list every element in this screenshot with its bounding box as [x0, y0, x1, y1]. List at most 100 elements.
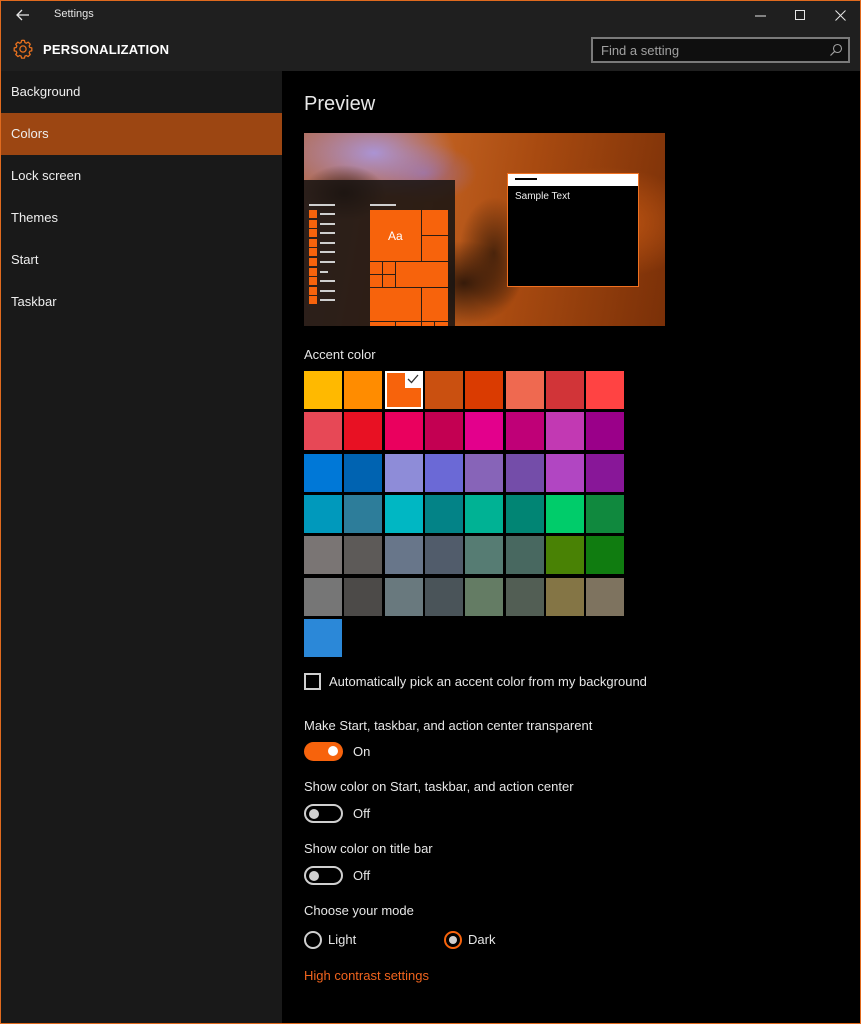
sidebar-item-lock-screen[interactable]: Lock screen	[1, 155, 282, 197]
accent-swatch[interactable]	[384, 412, 423, 451]
accent-swatch[interactable]	[344, 371, 383, 409]
accent-swatch[interactable]	[304, 618, 342, 657]
maximize-button[interactable]	[780, 1, 820, 29]
preview-tile	[435, 322, 448, 326]
preview-tile	[422, 288, 448, 321]
accent-swatch[interactable]	[384, 494, 423, 533]
accent-swatch[interactable]	[424, 577, 463, 616]
accent-swatch[interactable]	[586, 412, 625, 451]
accent-swatch[interactable]	[505, 536, 544, 575]
accent-swatch[interactable]	[384, 536, 423, 575]
back-button[interactable]	[9, 1, 37, 29]
color-on-titlebar-label: Show color on title bar	[304, 841, 433, 856]
sidebar-item-themes[interactable]: Themes	[1, 197, 282, 239]
color-on-start-label: Show color on Start, taskbar, and action…	[304, 779, 574, 794]
accent-swatch[interactable]	[304, 412, 342, 451]
accent-swatch[interactable]	[344, 453, 383, 492]
accent-swatch[interactable]	[424, 536, 463, 575]
preview-app-line	[320, 222, 335, 225]
preview-tile	[383, 275, 395, 287]
preview-app-line	[320, 261, 335, 263]
accent-swatch[interactable]	[424, 494, 463, 533]
preview-app-line	[320, 213, 335, 215]
accent-swatch[interactable]	[545, 371, 584, 409]
search-input[interactable]: Find a setting	[591, 37, 850, 63]
sidebar-item-background[interactable]: Background	[1, 71, 282, 113]
accent-swatch[interactable]	[545, 494, 584, 533]
accent-swatch[interactable]	[505, 453, 544, 492]
accent-swatch[interactable]	[424, 453, 463, 492]
back-arrow-icon	[16, 9, 29, 21]
accent-swatch[interactable]	[545, 412, 584, 451]
accent-swatch[interactable]	[465, 371, 504, 409]
minimize-icon	[754, 15, 766, 16]
preview-tile	[370, 275, 382, 287]
accent-swatch[interactable]	[465, 577, 504, 616]
accent-swatch[interactable]	[505, 412, 544, 451]
app-title: Settings	[54, 8, 94, 20]
accent-swatch[interactable]	[545, 577, 584, 616]
accent-swatch[interactable]	[384, 577, 423, 616]
accent-swatch[interactable]	[465, 536, 504, 575]
preview-menu-header-line	[309, 204, 335, 206]
accent-swatch[interactable]	[465, 412, 504, 451]
sidebar-item-label: Themes	[11, 210, 58, 225]
auto-pick-accent-checkbox[interactable]	[304, 673, 321, 690]
color-on-titlebar-toggle[interactable]	[304, 866, 343, 885]
color-on-start-toggle[interactable]	[304, 804, 343, 823]
preview-tile	[422, 236, 448, 261]
accent-swatch[interactable]	[384, 371, 423, 409]
accent-swatch[interactable]	[344, 577, 383, 616]
preview-app-line	[320, 251, 335, 254]
accent-swatch[interactable]	[304, 536, 342, 575]
preview-tile	[370, 288, 421, 321]
dark-mode-radio[interactable]	[444, 931, 462, 949]
preview-app-line	[320, 289, 335, 292]
close-button[interactable]	[820, 1, 860, 29]
sidebar-item-taskbar[interactable]: Taskbar	[1, 281, 282, 323]
sidebar-item-colors[interactable]: Colors	[1, 113, 282, 155]
preview-app-line	[320, 280, 335, 283]
sidebar-item-start[interactable]: Start	[1, 239, 282, 281]
preview-tile: Aa	[370, 210, 421, 261]
accent-swatch[interactable]	[304, 577, 342, 616]
preview-tile	[422, 322, 434, 326]
high-contrast-settings-link[interactable]: High contrast settings	[304, 968, 429, 983]
transparency-toggle[interactable]	[304, 742, 343, 761]
preview-app-icon	[309, 219, 317, 228]
accent-swatch[interactable]	[505, 577, 544, 616]
accent-swatch[interactable]	[465, 453, 504, 492]
accent-swatch[interactable]	[384, 453, 423, 492]
accent-swatch[interactable]	[505, 494, 544, 533]
accent-swatch[interactable]	[586, 536, 625, 575]
accent-swatch[interactable]	[586, 494, 625, 533]
search-placeholder: Find a setting	[601, 43, 680, 58]
accent-swatch[interactable]	[304, 371, 342, 409]
accent-swatch[interactable]	[545, 453, 584, 492]
accent-swatch[interactable]	[344, 536, 383, 575]
page-header: PERSONALIZATION Find a setting	[1, 29, 860, 71]
theme-preview: Aa Sample Text	[304, 133, 665, 326]
accent-swatch[interactable]	[344, 494, 383, 533]
minimize-button[interactable]	[740, 1, 780, 29]
accent-swatch[interactable]	[424, 412, 463, 451]
accent-swatch[interactable]	[304, 494, 342, 533]
light-mode-radio[interactable]	[304, 931, 322, 949]
accent-swatch[interactable]	[304, 453, 342, 492]
accent-swatch[interactable]	[586, 577, 625, 616]
accent-swatch[interactable]	[424, 371, 463, 409]
preview-heading: Preview	[304, 93, 376, 115]
search-icon[interactable]	[829, 43, 843, 57]
light-mode-label[interactable]: Light	[328, 932, 356, 947]
accent-swatch[interactable]	[586, 371, 625, 409]
accent-swatch[interactable]	[465, 494, 504, 533]
accent-swatch[interactable]	[545, 536, 584, 575]
accent-swatch[interactable]	[586, 453, 625, 492]
transparency-state: On	[353, 744, 371, 759]
preview-sample-text: Sample Text	[515, 191, 570, 202]
accent-swatch[interactable]	[344, 412, 383, 451]
sidebar-item-label: Start	[11, 252, 39, 267]
dark-mode-label[interactable]: Dark	[468, 932, 495, 947]
accent-swatch[interactable]	[505, 371, 544, 409]
preview-window-titlebar	[508, 174, 638, 186]
